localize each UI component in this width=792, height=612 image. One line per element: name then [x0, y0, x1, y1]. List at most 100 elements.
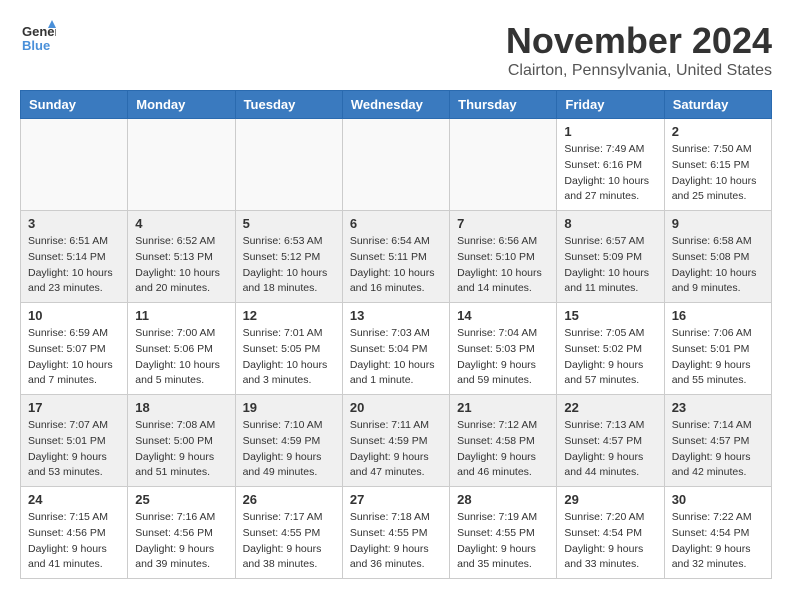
weekday-header-saturday: Saturday: [664, 91, 771, 119]
svg-text:Blue: Blue: [22, 38, 50, 53]
logo: General Blue: [20, 20, 56, 56]
day-cell: 29Sunrise: 7:20 AM Sunset: 4:54 PM Dayli…: [557, 487, 664, 579]
day-number: 4: [135, 216, 227, 231]
day-number: 1: [564, 124, 656, 139]
day-number: 15: [564, 308, 656, 323]
day-cell: 11 Sunrise: 7:00 AM Sunset: 5:06 PM Dayli…: [128, 303, 235, 395]
day-info: Sunrise: 6:57 AM Sunset: 5:09 PM Dayligh…: [564, 234, 656, 297]
day-cell: 28 Sunrise: 7:19 AM Sunset: 4:55 PM Dayli…: [450, 487, 557, 579]
day-info: Sunrise: 7:04 AM Sunset: 5:03 PM Dayligh…: [457, 326, 549, 389]
day-info: Sunrise: 6:52 AM Sunset: 5:13 PM Dayligh…: [135, 234, 227, 297]
day-info: Sunrise: 7:18 AM Sunset: 4:55 PM Dayligh…: [350, 510, 442, 573]
day-number: 25: [135, 492, 227, 507]
day-info: Sunrise: 7:00 AM Sunset: 5:06 PM Dayligh…: [135, 326, 227, 389]
day-info: Sunrise: 7:08 AM Sunset: 5:00 PM Dayligh…: [135, 418, 227, 481]
day-number: 18: [135, 400, 227, 415]
day-info: Sunrise: 7:13 AM Sunset: 4:57 PM Dayligh…: [564, 418, 656, 481]
day-cell: 27 Sunrise: 7:18 AM Sunset: 4:55 PM Dayli…: [342, 487, 449, 579]
day-cell: 26 Sunrise: 7:17 AM Sunset: 4:55 PM Dayli…: [235, 487, 342, 579]
day-cell: 1 Sunrise: 7:49 AM Sunset: 6:16 PM Daylig…: [557, 119, 664, 211]
day-cell: [342, 119, 449, 211]
day-number: 19: [243, 400, 335, 415]
day-info: Sunrise: 7:22 AM Sunset: 4:54 PM Dayligh…: [672, 510, 764, 573]
day-cell: 15Sunrise: 7:05 AM Sunset: 5:02 PM Dayli…: [557, 303, 664, 395]
day-cell: 10 Sunrise: 6:59 AM Sunset: 5:07 PM Dayli…: [21, 303, 128, 395]
day-cell: 3 Sunrise: 6:51 AM Sunset: 5:14 PM Daylig…: [21, 211, 128, 303]
week-row-4: 17 Sunrise: 7:07 AM Sunset: 5:01 PM Dayli…: [21, 395, 772, 487]
week-row-2: 3 Sunrise: 6:51 AM Sunset: 5:14 PM Daylig…: [21, 211, 772, 303]
day-info: Sunrise: 6:59 AM Sunset: 5:07 PM Dayligh…: [28, 326, 120, 389]
day-cell: 22 Sunrise: 7:13 AM Sunset: 4:57 PM Dayli…: [557, 395, 664, 487]
day-number: 27: [350, 492, 442, 507]
day-cell: 21Sunrise: 7:12 AM Sunset: 4:58 PM Dayli…: [450, 395, 557, 487]
day-info: Sunrise: 7:07 AM Sunset: 5:01 PM Dayligh…: [28, 418, 120, 481]
day-cell: 12 Sunrise: 7:01 AM Sunset: 5:05 PM Dayli…: [235, 303, 342, 395]
day-cell: 9 Sunrise: 6:58 AM Sunset: 5:08 PM Daylig…: [664, 211, 771, 303]
day-cell: [450, 119, 557, 211]
day-number: 24: [28, 492, 120, 507]
day-number: 9: [672, 216, 764, 231]
weekday-header-tuesday: Tuesday: [235, 91, 342, 119]
location-title: Clairton, Pennsylvania, United States: [506, 62, 772, 80]
day-number: 10: [28, 308, 120, 323]
weekday-header-sunday: Sunday: [21, 91, 128, 119]
day-number: 11: [135, 308, 227, 323]
day-info: Sunrise: 7:19 AM Sunset: 4:55 PM Dayligh…: [457, 510, 549, 573]
day-info: Sunrise: 7:16 AM Sunset: 4:56 PM Dayligh…: [135, 510, 227, 573]
day-info: Sunrise: 7:01 AM Sunset: 5:05 PM Dayligh…: [243, 326, 335, 389]
day-number: 20: [350, 400, 442, 415]
day-info: Sunrise: 6:58 AM Sunset: 5:08 PM Dayligh…: [672, 234, 764, 297]
day-cell: 4 Sunrise: 6:52 AM Sunset: 5:13 PM Daylig…: [128, 211, 235, 303]
day-number: 17: [28, 400, 120, 415]
day-info: Sunrise: 7:15 AM Sunset: 4:56 PM Dayligh…: [28, 510, 120, 573]
day-cell: 17 Sunrise: 7:07 AM Sunset: 5:01 PM Dayli…: [21, 395, 128, 487]
day-cell: 16Sunrise: 7:06 AM Sunset: 5:01 PM Dayli…: [664, 303, 771, 395]
day-cell: 24 Sunrise: 7:15 AM Sunset: 4:56 PM Dayli…: [21, 487, 128, 579]
day-cell: 19 Sunrise: 7:10 AM Sunset: 4:59 PM Dayli…: [235, 395, 342, 487]
day-number: 30: [672, 492, 764, 507]
day-info: Sunrise: 7:10 AM Sunset: 4:59 PM Dayligh…: [243, 418, 335, 481]
day-cell: 18 Sunrise: 7:08 AM Sunset: 5:00 PM Dayli…: [128, 395, 235, 487]
day-cell: 13 Sunrise: 7:03 AM Sunset: 5:04 PM Dayli…: [342, 303, 449, 395]
day-number: 13: [350, 308, 442, 323]
day-cell: [21, 119, 128, 211]
day-info: Sunrise: 7:17 AM Sunset: 4:55 PM Dayligh…: [243, 510, 335, 573]
logo-icon: General Blue: [20, 20, 56, 56]
day-info: Sunrise: 7:11 AM Sunset: 4:59 PM Dayligh…: [350, 418, 442, 481]
weekday-header-wednesday: Wednesday: [342, 91, 449, 119]
day-info: Sunrise: 7:03 AM Sunset: 5:04 PM Dayligh…: [350, 326, 442, 389]
day-number: 23: [672, 400, 764, 415]
day-info: Sunrise: 7:50 AM Sunset: 6:15 PM Dayligh…: [672, 142, 764, 205]
day-number: 3: [28, 216, 120, 231]
day-cell: 25 Sunrise: 7:16 AM Sunset: 4:56 PM Dayli…: [128, 487, 235, 579]
day-cell: [235, 119, 342, 211]
day-number: 6: [350, 216, 442, 231]
day-number: 22: [564, 400, 656, 415]
day-info: Sunrise: 7:49 AM Sunset: 6:16 PM Dayligh…: [564, 142, 656, 205]
week-row-5: 24 Sunrise: 7:15 AM Sunset: 4:56 PM Dayli…: [21, 487, 772, 579]
day-number: 28: [457, 492, 549, 507]
weekday-header-row: SundayMondayTuesdayWednesdayThursdayFrid…: [21, 91, 772, 119]
weekday-header-thursday: Thursday: [450, 91, 557, 119]
day-cell: 6Sunrise: 6:54 AM Sunset: 5:11 PM Daylig…: [342, 211, 449, 303]
week-row-1: 1 Sunrise: 7:49 AM Sunset: 6:16 PM Daylig…: [21, 119, 772, 211]
month-title: November 2024: [506, 20, 772, 62]
day-number: 8: [564, 216, 656, 231]
day-info: Sunrise: 6:56 AM Sunset: 5:10 PM Dayligh…: [457, 234, 549, 297]
day-number: 12: [243, 308, 335, 323]
day-cell: 5Sunrise: 6:53 AM Sunset: 5:12 PM Daylig…: [235, 211, 342, 303]
day-number: 2: [672, 124, 764, 139]
day-number: 7: [457, 216, 549, 231]
day-number: 14: [457, 308, 549, 323]
day-info: Sunrise: 6:51 AM Sunset: 5:14 PM Dayligh…: [28, 234, 120, 297]
day-cell: 14 Sunrise: 7:04 AM Sunset: 5:03 PM Dayli…: [450, 303, 557, 395]
week-row-3: 10 Sunrise: 6:59 AM Sunset: 5:07 PM Dayli…: [21, 303, 772, 395]
weekday-header-monday: Monday: [128, 91, 235, 119]
day-cell: 23Sunrise: 7:14 AM Sunset: 4:57 PM Dayli…: [664, 395, 771, 487]
day-number: 21: [457, 400, 549, 415]
day-cell: 8 Sunrise: 6:57 AM Sunset: 5:09 PM Daylig…: [557, 211, 664, 303]
day-info: Sunrise: 6:53 AM Sunset: 5:12 PM Dayligh…: [243, 234, 335, 297]
day-cell: 20 Sunrise: 7:11 AM Sunset: 4:59 PM Dayli…: [342, 395, 449, 487]
day-info: Sunrise: 7:20 AM Sunset: 4:54 PM Dayligh…: [564, 510, 656, 573]
day-number: 26: [243, 492, 335, 507]
